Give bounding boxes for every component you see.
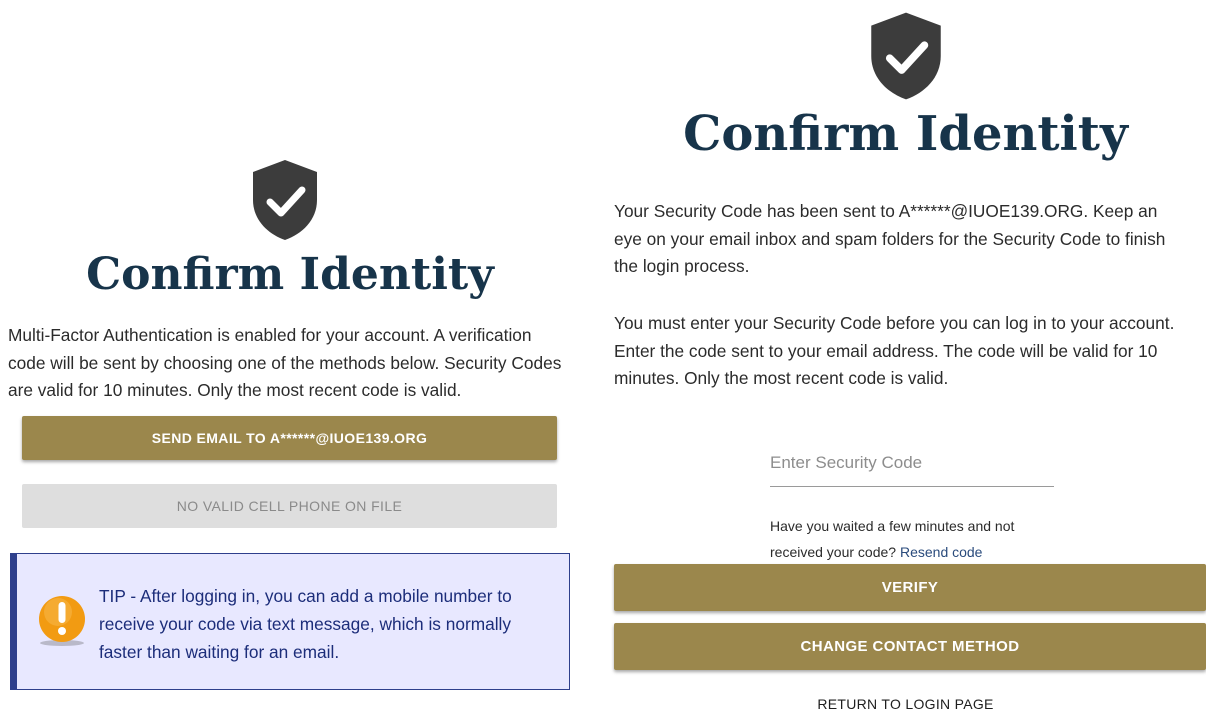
- resend-prompt: Have you waited a few minutes and not re…: [770, 513, 1070, 565]
- tip-line: TIP - After logging in, you can add a mo…: [99, 586, 512, 606]
- description-line: code will be sent by choosing one of the…: [8, 352, 562, 373]
- shield-check-icon: [871, 12, 941, 100]
- message-line: eye on your email inbox and spam folders…: [614, 228, 1166, 249]
- no-cell-phone-button: NO VALID CELL PHONE ON FILE: [22, 484, 557, 528]
- return-to-login-link[interactable]: RETURN TO LOGIN PAGE: [605, 696, 1206, 712]
- shield-check-icon: [253, 160, 317, 240]
- code-sent-message: Your Security Code has been sent to A***…: [614, 198, 1204, 281]
- instruction-line: You must enter your Security Code before…: [614, 313, 1175, 333]
- send-code-panel: Confirm Identity Multi-Factor Authentica…: [0, 0, 580, 713]
- warning-exclamation-icon: [39, 596, 85, 646]
- mfa-description: Multi-Factor Authentication is enabled f…: [8, 322, 573, 405]
- message-line: Your Security Code has been sent to A***…: [614, 201, 1158, 221]
- resend-line: Have you waited a few minutes and not: [770, 518, 1015, 534]
- enter-code-instructions: You must enter your Security Code before…: [614, 310, 1204, 393]
- tip-line: faster than waiting for an email.: [99, 642, 340, 662]
- security-code-input[interactable]: [770, 440, 1054, 487]
- resend-code-link[interactable]: Resend code: [900, 544, 983, 560]
- send-email-button[interactable]: SEND EMAIL TO A******@IUOE139.ORG: [22, 416, 557, 460]
- verify-code-panel: Confirm Identity Your Security Code has …: [605, 0, 1206, 713]
- resend-line-2: received your code? Resend code: [770, 539, 1070, 565]
- description-line: Multi-Factor Authentication is enabled f…: [8, 325, 532, 345]
- change-contact-method-button[interactable]: CHANGE CONTACT METHOD: [614, 623, 1206, 670]
- description-line: are valid for 10 minutes. Only the most …: [8, 380, 462, 400]
- instruction-line: Enter the code sent to your email addres…: [614, 340, 1158, 361]
- page-title: Confirm Identity: [86, 249, 494, 300]
- instruction-line: minutes. Only the most recent code is va…: [614, 368, 949, 388]
- page-title: Confirm Identity: [683, 106, 1128, 162]
- resend-question: received your code?: [770, 544, 897, 560]
- tip-text: TIP - After logging in, you can add a mo…: [99, 582, 539, 666]
- tip-box: TIP - After logging in, you can add a mo…: [10, 553, 570, 690]
- message-line: the login process.: [614, 256, 750, 276]
- tip-line: receive your code via text message, whic…: [99, 614, 512, 634]
- verify-button[interactable]: VERIFY: [614, 564, 1206, 611]
